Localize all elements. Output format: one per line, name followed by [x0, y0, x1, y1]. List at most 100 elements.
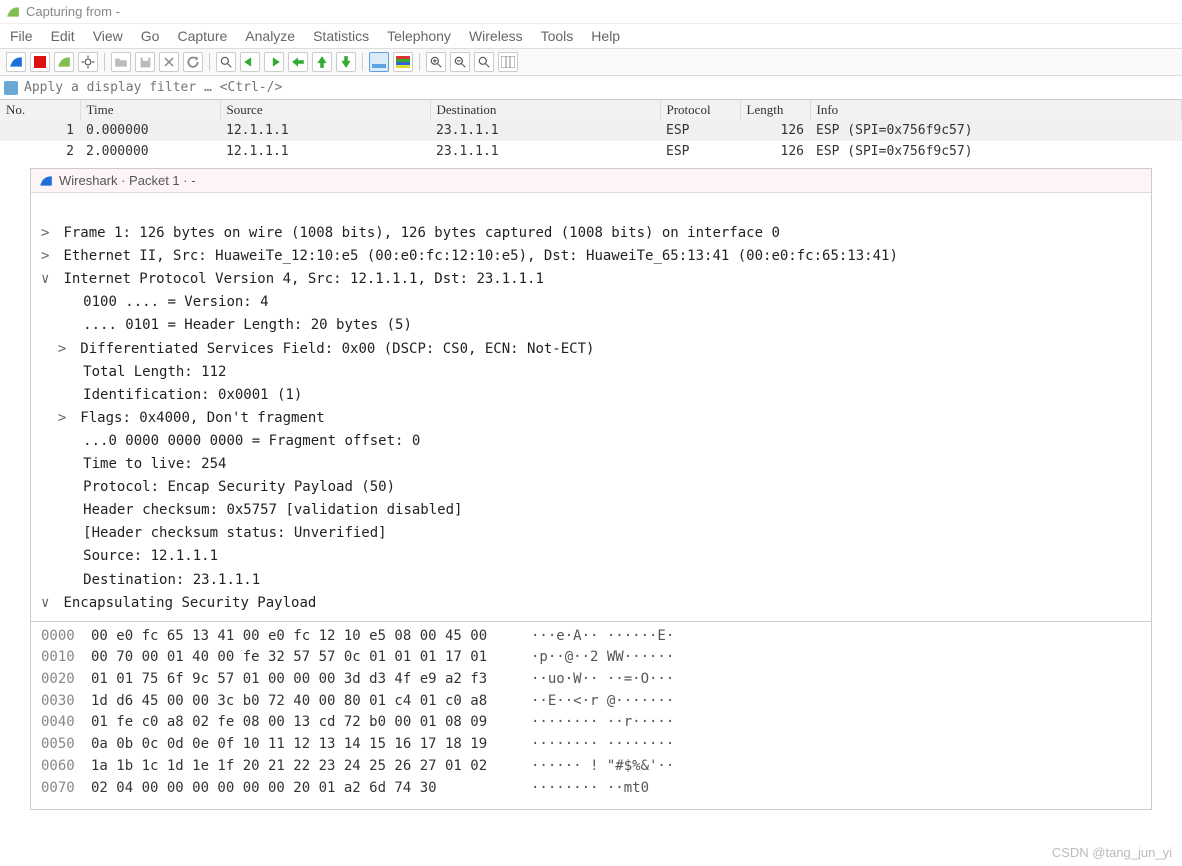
tree-ip-ttl[interactable]: Time to live: 254: [83, 456, 226, 472]
collapse-icon[interactable]: ∨: [41, 592, 55, 615]
cell-info: ESP (SPI=0x756f9c57): [810, 141, 1182, 162]
hex-row[interactable]: 00301d d6 45 00 00 3c b0 72 40 00 80 01 …: [41, 691, 1141, 713]
reload-icon[interactable]: [183, 52, 203, 72]
menu-wireless[interactable]: Wireless: [469, 28, 523, 44]
tree-ip-identification[interactable]: Identification: 0x0001 (1): [83, 387, 302, 403]
expand-icon[interactable]: >: [58, 407, 72, 430]
hex-row[interactable]: 007002 04 00 00 00 00 00 00 20 01 a2 6d …: [41, 778, 1141, 800]
menu-edit[interactable]: Edit: [51, 28, 75, 44]
menu-go[interactable]: Go: [141, 28, 160, 44]
col-no[interactable]: No.: [0, 100, 80, 120]
go-forward-icon[interactable]: [264, 52, 284, 72]
display-filter-bar: [0, 76, 1182, 100]
cell-len: 126: [740, 141, 810, 162]
tree-ip-checksum[interactable]: Header checksum: 0x5757 [validation disa…: [83, 502, 462, 518]
packet-detail-tree[interactable]: > Frame 1: 126 bytes on wire (1008 bits)…: [31, 193, 1151, 621]
find-icon[interactable]: [216, 52, 236, 72]
watermark: CSDN @tang_jun_yi: [1052, 845, 1172, 860]
hex-row[interactable]: 004001 fe c0 a8 02 fe 08 00 13 cd 72 b0 …: [41, 712, 1141, 734]
menu-analyze[interactable]: Analyze: [245, 28, 295, 44]
packet-row[interactable]: 1 0.000000 12.1.1.1 23.1.1.1 ESP 126 ESP…: [0, 120, 1182, 141]
col-source[interactable]: Source: [220, 100, 430, 120]
tree-ip-source[interactable]: Source: 12.1.1.1: [83, 548, 218, 564]
tree-ip-header-len[interactable]: .... 0101 = Header Length: 20 bytes (5): [83, 317, 412, 333]
restart-capture-icon[interactable]: [54, 52, 74, 72]
tree-ethernet[interactable]: Ethernet II, Src: HuaweiTe_12:10:e5 (00:…: [63, 248, 897, 264]
menu-statistics[interactable]: Statistics: [313, 28, 369, 44]
titlebar: Capturing from -: [0, 0, 1182, 24]
hex-row[interactable]: 00500a 0b 0c 0d 0e 0f 10 11 12 13 14 15 …: [41, 734, 1141, 756]
cell-time: 0.000000: [80, 120, 220, 141]
start-capture-icon[interactable]: [6, 52, 26, 72]
expand-icon[interactable]: >: [41, 245, 55, 268]
tree-ip-protocol[interactable]: Protocol: Encap Security Payload (50): [83, 479, 395, 495]
hex-dump-pane[interactable]: 000000 e0 fc 65 13 41 00 e0 fc 12 10 e5 …: [31, 621, 1151, 810]
menu-tools[interactable]: Tools: [541, 28, 574, 44]
col-protocol[interactable]: Protocol: [660, 100, 740, 120]
expand-icon[interactable]: >: [41, 222, 55, 245]
go-first-icon[interactable]: [312, 52, 332, 72]
menu-capture[interactable]: Capture: [177, 28, 227, 44]
menu-telephony[interactable]: Telephony: [387, 28, 451, 44]
open-file-icon[interactable]: [111, 52, 131, 72]
menubar: File Edit View Go Capture Analyze Statis…: [0, 24, 1182, 48]
cell-proto: ESP: [660, 141, 740, 162]
col-info[interactable]: Info: [810, 100, 1182, 120]
collapse-icon[interactable]: ∨: [41, 268, 55, 291]
hex-bytes: 01 fe c0 a8 02 fe 08 00 13 cd 72 b0 00 0…: [91, 712, 531, 734]
cell-time: 2.000000: [80, 141, 220, 162]
cell-info: ESP (SPI=0x756f9c57): [810, 120, 1182, 141]
packet-detail-window: Wireshark · Packet 1 · - > Frame 1: 126 …: [30, 168, 1152, 810]
go-back-icon[interactable]: [240, 52, 260, 72]
tree-ip[interactable]: Internet Protocol Version 4, Src: 12.1.1…: [63, 271, 543, 287]
tree-ip-destination[interactable]: Destination: 23.1.1.1: [83, 572, 260, 588]
hex-bytes: 00 70 00 01 40 00 fe 32 57 57 0c 01 01 0…: [91, 647, 531, 669]
titlebar-text: Capturing from -: [26, 4, 120, 19]
packet-list-header: No. Time Source Destination Protocol Len…: [0, 100, 1182, 120]
tree-ip-flags[interactable]: Flags: 0x4000, Don't fragment: [80, 410, 324, 426]
tree-ip-frag-offset[interactable]: ...0 0000 0000 0000 = Fragment offset: 0: [83, 433, 420, 449]
capture-options-icon[interactable]: [78, 52, 98, 72]
cell-proto: ESP: [660, 120, 740, 141]
hex-bytes: 02 04 00 00 00 00 00 00 20 01 a2 6d 74 3…: [91, 778, 531, 800]
hex-offset: 0030: [41, 691, 91, 713]
packet-row[interactable]: 2 2.000000 12.1.1.1 23.1.1.1 ESP 126 ESP…: [0, 141, 1182, 162]
autoscroll-icon[interactable]: [369, 52, 389, 72]
col-length[interactable]: Length: [740, 100, 810, 120]
go-last-icon[interactable]: [336, 52, 356, 72]
hex-bytes: 1d d6 45 00 00 3c b0 72 40 00 80 01 c4 0…: [91, 691, 531, 713]
hex-offset: 0000: [41, 626, 91, 648]
menu-file[interactable]: File: [10, 28, 33, 44]
col-time[interactable]: Time: [80, 100, 220, 120]
hex-row[interactable]: 001000 70 00 01 40 00 fe 32 57 57 0c 01 …: [41, 647, 1141, 669]
hex-ascii: ······ ! "#$%&'··: [531, 758, 674, 774]
colorize-icon[interactable]: [393, 52, 413, 72]
hex-row[interactable]: 00601a 1b 1c 1d 1e 1f 20 21 22 23 24 25 …: [41, 756, 1141, 778]
menu-view[interactable]: View: [93, 28, 123, 44]
save-file-icon[interactable]: [135, 52, 155, 72]
expand-icon[interactable]: >: [58, 338, 72, 361]
display-filter-input[interactable]: [22, 78, 1178, 97]
zoom-in-icon[interactable]: [426, 52, 446, 72]
zoom-out-icon[interactable]: [450, 52, 470, 72]
resize-columns-icon[interactable]: [498, 52, 518, 72]
col-destination[interactable]: Destination: [430, 100, 660, 120]
tree-frame[interactable]: Frame 1: 126 bytes on wire (1008 bits), …: [63, 225, 779, 241]
filter-bookmark-icon[interactable]: [4, 81, 18, 95]
hex-offset: 0010: [41, 647, 91, 669]
tree-ip-total-len[interactable]: Total Length: 112: [83, 364, 226, 380]
hex-row[interactable]: 000000 e0 fc 65 13 41 00 e0 fc 12 10 e5 …: [41, 626, 1141, 648]
hex-offset: 0050: [41, 734, 91, 756]
tree-ip-checksum-status[interactable]: [Header checksum status: Unverified]: [83, 525, 386, 541]
zoom-reset-icon[interactable]: [474, 52, 494, 72]
tree-ip-version[interactable]: 0100 .... = Version: 4: [83, 294, 268, 310]
hex-row[interactable]: 002001 01 75 6f 9c 57 01 00 00 00 3d d3 …: [41, 669, 1141, 691]
menu-help[interactable]: Help: [591, 28, 620, 44]
tree-esp[interactable]: Encapsulating Security Payload: [63, 595, 316, 611]
close-file-icon[interactable]: [159, 52, 179, 72]
stop-capture-icon[interactable]: [30, 52, 50, 72]
cell-dst: 23.1.1.1: [430, 141, 660, 162]
cell-src: 12.1.1.1: [220, 120, 430, 141]
go-to-packet-icon[interactable]: [288, 52, 308, 72]
tree-ip-dsfield[interactable]: Differentiated Services Field: 0x00 (DSC…: [80, 341, 594, 357]
